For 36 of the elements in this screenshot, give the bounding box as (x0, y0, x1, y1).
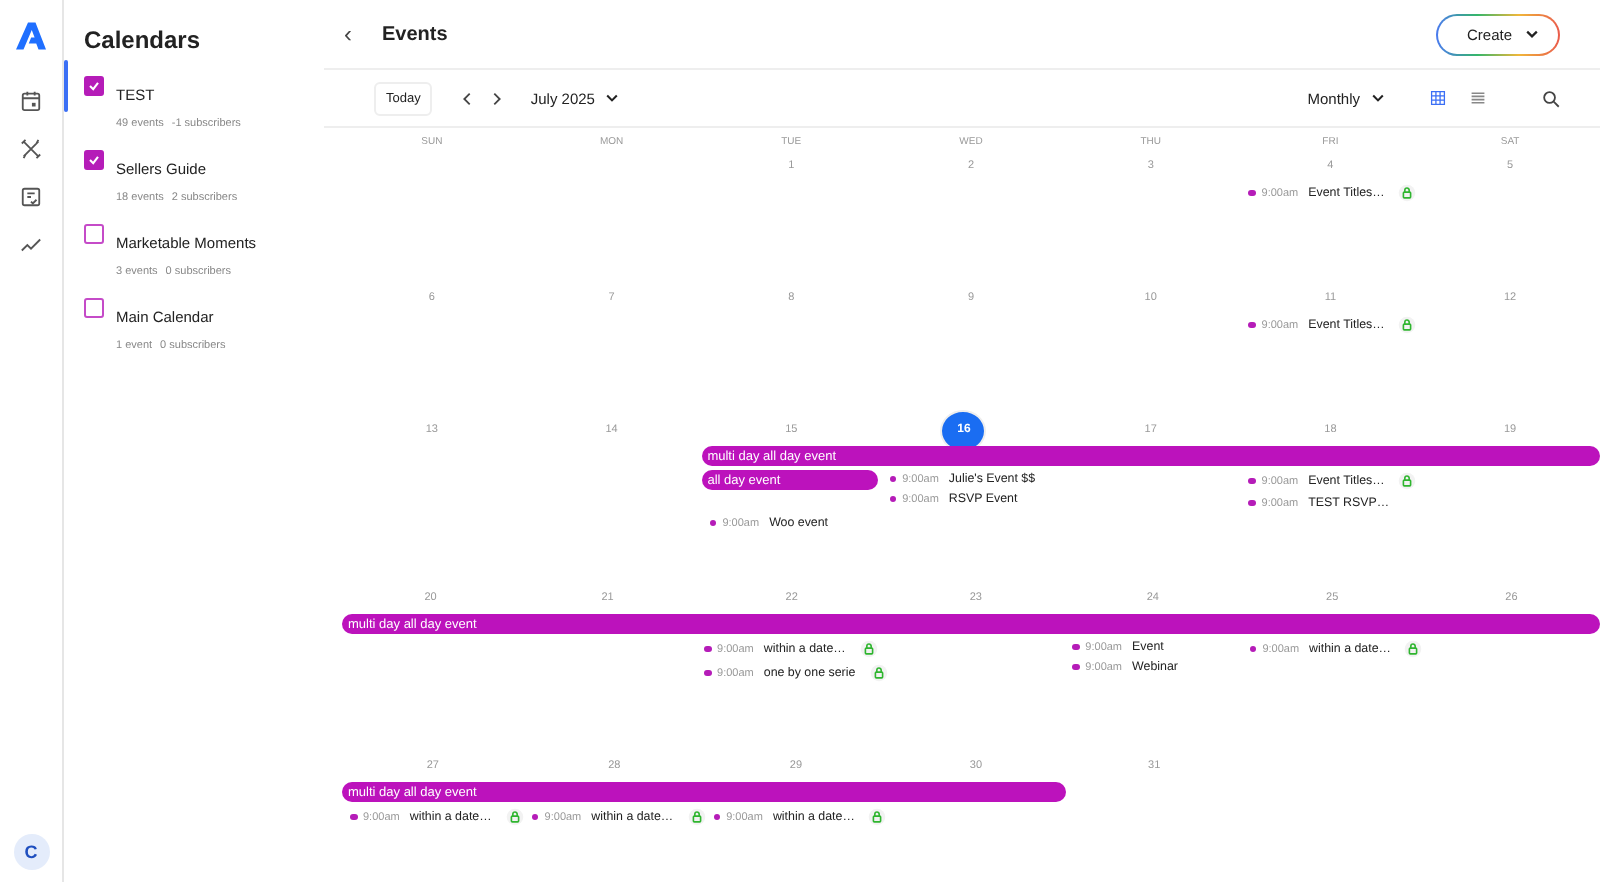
check-icon (86, 152, 102, 168)
event-dot (1072, 663, 1080, 671)
list-view-icon[interactable] (1470, 90, 1486, 106)
calendar-icon[interactable] (20, 89, 42, 111)
tools-icon[interactable] (20, 137, 42, 159)
logo-icon[interactable] (16, 22, 46, 50)
page-title: Events (382, 23, 448, 45)
event-dot (1248, 321, 1256, 329)
event-dot (350, 813, 357, 821)
trend-icon[interactable] (20, 233, 42, 255)
checkbox[interactable] (84, 224, 104, 244)
caret-icon (604, 90, 621, 106)
event-dot (889, 495, 897, 503)
event-dot (709, 519, 717, 527)
search-icon[interactable] (1542, 89, 1560, 107)
caret-icon (1524, 26, 1540, 42)
event-dot (704, 645, 712, 653)
user-avatar[interactable]: C (13, 834, 49, 870)
event-dot (1248, 477, 1256, 485)
event-dot (1248, 499, 1256, 507)
event-dot (713, 813, 721, 821)
event-dot (531, 813, 539, 821)
checkbox[interactable] (84, 76, 104, 96)
checkbox[interactable] (84, 150, 104, 170)
event-dot (889, 475, 897, 483)
event-dot (1072, 643, 1080, 651)
event-dot (704, 669, 712, 677)
check-icon (86, 78, 102, 94)
grid-view-icon[interactable] (1430, 90, 1446, 106)
checkbox[interactable] (84, 298, 104, 318)
caret-icon (1370, 90, 1386, 106)
sidebar-title: Calendars (84, 26, 203, 54)
event-dot (1248, 189, 1256, 197)
event-dot (1249, 645, 1257, 653)
checklist-icon[interactable] (20, 185, 42, 207)
collapse-button[interactable]: ‹ (336, 20, 360, 48)
